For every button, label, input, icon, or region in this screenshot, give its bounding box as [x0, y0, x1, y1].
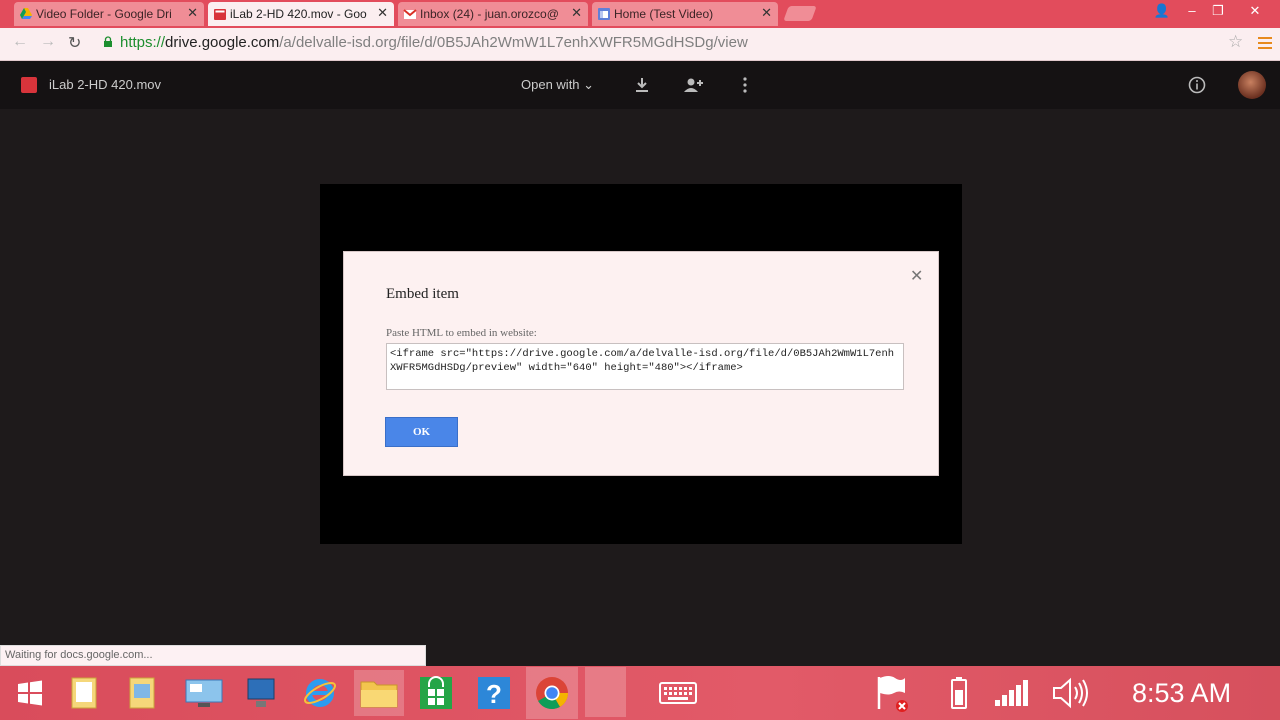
share-person-icon[interactable] — [684, 77, 704, 93]
help-question-icon: ? — [478, 677, 510, 709]
tab-video-folder[interactable]: Video Folder - Google Dri ✕ — [14, 2, 204, 26]
google-drive-icon — [20, 8, 32, 19]
internet-explorer[interactable] — [297, 670, 343, 716]
touch-keyboard[interactable] — [655, 670, 701, 716]
tab-label: Inbox (24) - juan.orozco@ — [420, 7, 559, 21]
documents-folder[interactable] — [61, 670, 107, 716]
help-app[interactable]: ? — [471, 670, 517, 716]
folder-picture-icon — [129, 677, 155, 709]
close-tab-icon[interactable]: ✕ — [761, 5, 772, 21]
open-with-label: Open with — [521, 77, 580, 92]
avatar[interactable] — [1238, 71, 1266, 99]
windows-logo-icon — [18, 680, 42, 706]
status-bar: Waiting for docs.google.com... — [0, 645, 426, 666]
action-center-flag-icon — [877, 676, 908, 712]
volume-control[interactable] — [1048, 670, 1094, 716]
keyboard-icon — [659, 682, 697, 704]
battery-icon — [951, 677, 967, 709]
embed-label: Paste HTML to embed in website: — [386, 327, 537, 339]
restore-icon[interactable]: ❐ — [1208, 3, 1228, 19]
browser-toolbar: ← → ↻ https://drive.google.com/a/delvall… — [0, 28, 1280, 61]
back-icon[interactable]: ← — [12, 33, 28, 51]
reload-icon[interactable]: ↻ — [68, 33, 81, 53]
network-computer-icon — [185, 679, 223, 707]
open-with-button[interactable]: Open with ⌄ — [521, 77, 594, 93]
store-bag-icon — [420, 676, 452, 709]
speaker-volume-icon — [1053, 677, 1088, 709]
chrome-app[interactable] — [526, 667, 578, 719]
tab-ilab-video[interactable]: iLab 2-HD 420.mov - Goo ✕ — [208, 2, 394, 26]
embed-item-dialog: Embed item ✕ Paste HTML to embed in webs… — [343, 251, 939, 476]
ok-button[interactable]: OK — [385, 417, 458, 447]
embed-code-field[interactable]: <iframe src="https://drive.google.com/a/… — [386, 343, 904, 390]
lock-icon — [104, 36, 112, 47]
url-path: /a/delvalle-isd.org/file/d/0B5JAh2WmW1L7… — [279, 34, 748, 51]
chrome-icon — [536, 677, 569, 710]
clock[interactable]: 8:53 AM — [1132, 678, 1231, 709]
tab-strip: Video Folder - Google Dri ✕ iLab 2-HD 42… — [0, 0, 1280, 28]
chrome-menu-icon[interactable] — [1258, 37, 1272, 49]
chevron-down-icon: ⌄ — [583, 77, 595, 92]
svg-text:?: ? — [486, 679, 502, 709]
close-tab-icon[interactable]: ✕ — [377, 5, 388, 21]
taskbar: ? 8:53 AM — [0, 666, 1280, 720]
file-explorer[interactable] — [354, 670, 404, 716]
file-name: iLab 2-HD 420.mov — [49, 77, 161, 92]
minimize-icon[interactable]: – — [1182, 3, 1202, 18]
video-file-icon — [21, 77, 37, 93]
tab-home-test-video[interactable]: Home (Test Video) ✕ — [592, 2, 778, 26]
url-protocol: https:// — [120, 34, 166, 51]
gmail-icon — [403, 9, 417, 19]
close-tab-icon[interactable]: ✕ — [571, 5, 582, 21]
pictures-folder[interactable] — [119, 670, 165, 716]
info-icon[interactable] — [1188, 76, 1206, 94]
more-options-icon[interactable] — [742, 77, 748, 93]
new-tab-button[interactable] — [783, 6, 817, 21]
action-center[interactable] — [868, 670, 914, 716]
computer-icon — [247, 678, 275, 707]
folder-icon — [360, 681, 398, 708]
address-bar[interactable]: https://drive.google.com/a/delvalle-isd.… — [120, 34, 748, 51]
folder-document-icon — [71, 677, 97, 709]
tab-label: Video Folder - Google Dri — [36, 7, 172, 21]
viewer-header: iLab 2-HD 420.mov Open with ⌄ — [0, 61, 1280, 109]
remote-desktop[interactable] — [181, 670, 227, 716]
bookmark-star-icon[interactable]: ☆ — [1228, 32, 1243, 52]
close-icon[interactable]: ✕ — [910, 266, 923, 286]
forward-icon[interactable]: → — [40, 33, 56, 51]
store-app[interactable] — [413, 670, 459, 716]
signal-bars-icon — [995, 680, 1028, 706]
dialog-title: Embed item — [386, 286, 459, 302]
tab-label: Home (Test Video) — [614, 7, 714, 21]
video-file-icon — [214, 9, 226, 20]
battery-status[interactable] — [936, 670, 982, 716]
close-tab-icon[interactable]: ✕ — [187, 5, 198, 21]
internet-explorer-icon — [303, 679, 337, 707]
google-sites-icon — [598, 8, 610, 20]
download-icon[interactable] — [634, 77, 650, 93]
open-window-button[interactable] — [585, 667, 626, 717]
start-button[interactable] — [7, 670, 53, 716]
close-window-icon[interactable]: ✕ — [1245, 3, 1265, 19]
url-host: drive.google.com — [165, 34, 280, 51]
network-status[interactable] — [989, 670, 1035, 716]
tab-label: iLab 2-HD 420.mov - Goo — [230, 7, 367, 21]
profile-icon[interactable]: 👤 — [1152, 3, 1172, 19]
computer-app[interactable] — [239, 670, 285, 716]
tab-inbox[interactable]: Inbox (24) - juan.orozco@ ✕ — [398, 2, 588, 26]
